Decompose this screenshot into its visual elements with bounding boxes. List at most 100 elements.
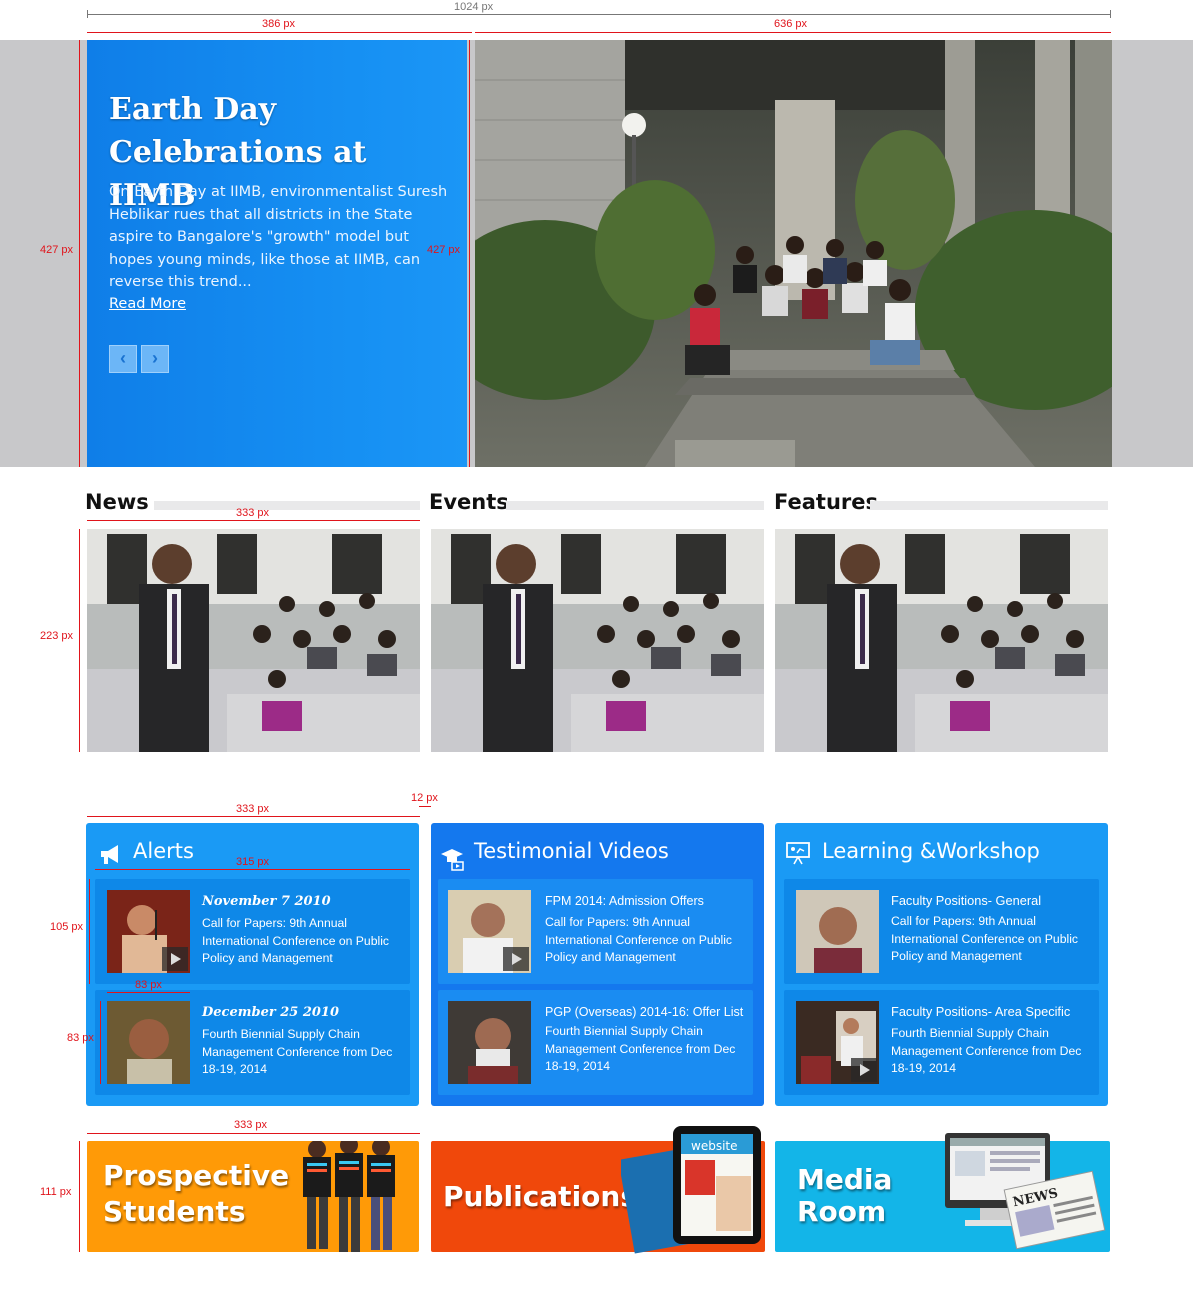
- testimonial-videos-title[interactable]: Testimonial Videos: [474, 839, 669, 863]
- hero-right-height-label: 427 px: [427, 244, 461, 256]
- banner-width-line: [87, 1133, 420, 1134]
- card-width-label: 333 px: [236, 803, 270, 815]
- news-heading-bar: [154, 501, 420, 510]
- media-room-label: Media Room: [797, 1163, 893, 1228]
- news-heading[interactable]: News: [85, 490, 149, 514]
- pic-width-label: 83 px: [135, 979, 162, 991]
- video-play-icon[interactable]: [851, 1058, 877, 1082]
- classroom-photo-illustration: [87, 529, 420, 752]
- workshop-item-description: Fourth Biennial Supply Chain Management …: [891, 1026, 1082, 1075]
- alert-description: Fourth Biennial Supply Chain Management …: [202, 1027, 393, 1076]
- chevron-right-icon: ›: [152, 348, 158, 368]
- read-more-link[interactable]: Read More: [109, 296, 186, 312]
- video-item[interactable]: FPM 2014: Admission Offers Call for Pape…: [438, 879, 753, 984]
- banner-width-label: 333 px: [234, 1119, 268, 1131]
- video-item-description: Call for Papers: 9th Annual Internationa…: [545, 915, 732, 964]
- alert-description: Call for Papers: 9th Annual Internationa…: [202, 916, 389, 965]
- publications-label: Publications: [443, 1180, 638, 1213]
- workshop-item-heading: Faculty Positions- Area Specific: [891, 1004, 1071, 1019]
- events-thumbnail[interactable]: [431, 529, 764, 752]
- left-width-label: 386 px: [262, 18, 296, 30]
- speaker-photo-illustration: [107, 1001, 190, 1084]
- features-thumbnail[interactable]: [775, 529, 1108, 752]
- video-play-icon[interactable]: [503, 947, 529, 971]
- events-heading[interactable]: Events: [429, 490, 509, 514]
- alert-item[interactable]: November 7 2010 Call for Papers: 9th Ann…: [95, 879, 410, 984]
- events-heading-bar: [506, 501, 764, 510]
- hero-text: On Earth Day at IIMB, environmentalist S…: [109, 184, 448, 290]
- monitor-newspaper-illustration: NEWS: [945, 1133, 1106, 1250]
- classroom-photo-illustration: [775, 529, 1108, 752]
- thumb-height-line: [79, 529, 80, 752]
- pic-height-line: [100, 1001, 101, 1084]
- left-width-line: [87, 32, 472, 33]
- right-width-label: 636 px: [774, 18, 808, 30]
- video-item-photo: [448, 890, 531, 973]
- gutter-width-line: [419, 806, 431, 807]
- video-item-heading: FPM 2014: Admission Offers: [545, 894, 704, 908]
- slider-next-button[interactable]: ›: [141, 345, 169, 373]
- card-width-line: [87, 816, 420, 817]
- prospective-students-label: Prospective Students: [103, 1159, 290, 1228]
- video-play-icon[interactable]: [162, 947, 188, 971]
- presentation-icon: [786, 842, 810, 865]
- speaker-photo-illustration: [796, 890, 879, 973]
- students-illustration: [303, 1141, 395, 1252]
- graduation-video-icon: [441, 849, 464, 871]
- classroom-photo-illustration: [431, 529, 764, 752]
- alert-item-photo: [107, 1001, 190, 1084]
- workshop-item-description: Call for Papers: 9th Annual Internationa…: [891, 914, 1078, 963]
- alerts-title[interactable]: Alerts: [133, 839, 194, 863]
- news-thumbnail[interactable]: [87, 529, 420, 752]
- features-heading[interactable]: Features: [774, 490, 878, 514]
- hero-panel: Earth Day Celebrations at IIMB On Earth …: [87, 40, 467, 467]
- item-width-line: [95, 869, 410, 870]
- tablet-website-text: website: [691, 1139, 738, 1153]
- prospective-students-banner[interactable]: Prospective Students: [87, 1141, 419, 1252]
- testimonial-videos-card: Testimonial Videos FPM 2014: Admission O…: [431, 823, 764, 1106]
- alert-item-photo: [107, 890, 190, 973]
- learning-workshop-card: Learning &Workshop Faculty Positions- Ge…: [775, 823, 1108, 1106]
- item-height-line: [89, 879, 90, 984]
- banner-height-label: 111 px: [40, 1186, 72, 1198]
- right-width-line: [475, 32, 1111, 33]
- campus-photo-illustration: [475, 40, 1112, 467]
- workshop-item-heading: Faculty Positions- General: [891, 893, 1042, 908]
- banner-height-line: [79, 1141, 80, 1252]
- hero-right-height-line: [469, 40, 470, 467]
- item-height-label: 105 px: [50, 921, 84, 933]
- total-width-tick-left: [87, 10, 88, 18]
- total-width-line: [87, 14, 1111, 15]
- alert-date: November 7 2010: [202, 894, 331, 909]
- tablet-magazine-illustration: website: [621, 1126, 761, 1254]
- publications-banner[interactable]: Publications website: [431, 1126, 765, 1254]
- video-item-heading: PGP (Overseas) 2014-16: Offer List: [545, 1005, 744, 1019]
- megaphone-icon: [101, 845, 118, 864]
- workshop-item[interactable]: Faculty Positions- General Call for Pape…: [784, 879, 1099, 984]
- hero-height-line: [79, 40, 80, 467]
- workshop-item-photo: [796, 1001, 879, 1084]
- gutter-width-label: 12 px: [411, 792, 438, 804]
- thumb-height-label: 223 px: [40, 630, 74, 642]
- pic-height-label: 83 px: [67, 1032, 94, 1044]
- workshop-item[interactable]: Faculty Positions- Area Specific Fourth …: [784, 990, 1099, 1095]
- pic-width-line: [107, 992, 190, 993]
- slider-prev-button[interactable]: ‹: [109, 345, 137, 373]
- thumb-width-line: [87, 520, 420, 521]
- hero-campus-photo: [475, 40, 1112, 467]
- media-room-banner[interactable]: Media Room NEWS: [775, 1133, 1110, 1252]
- workshop-item-photo: [796, 890, 879, 973]
- total-width-label: 1024 px: [452, 1, 496, 13]
- video-item[interactable]: PGP (Overseas) 2014-16: Offer List Fourt…: [438, 990, 753, 1095]
- hero-height-label: 427 px: [40, 244, 74, 256]
- item-width-label: 315 px: [236, 856, 270, 868]
- video-item-description: Fourth Biennial Supply Chain Management …: [545, 1024, 736, 1073]
- learning-workshop-title[interactable]: Learning &Workshop: [822, 839, 1040, 863]
- total-width-tick-right: [1110, 10, 1111, 18]
- alert-item[interactable]: December 25 2010 Fourth Biennial Supply …: [95, 990, 410, 1095]
- video-item-photo: [448, 1001, 531, 1084]
- alert-date: December 25 2010: [202, 1005, 340, 1020]
- thumb-width-label: 333 px: [236, 507, 270, 519]
- speaker-photo-illustration: [448, 1001, 531, 1084]
- features-heading-bar: [870, 501, 1108, 510]
